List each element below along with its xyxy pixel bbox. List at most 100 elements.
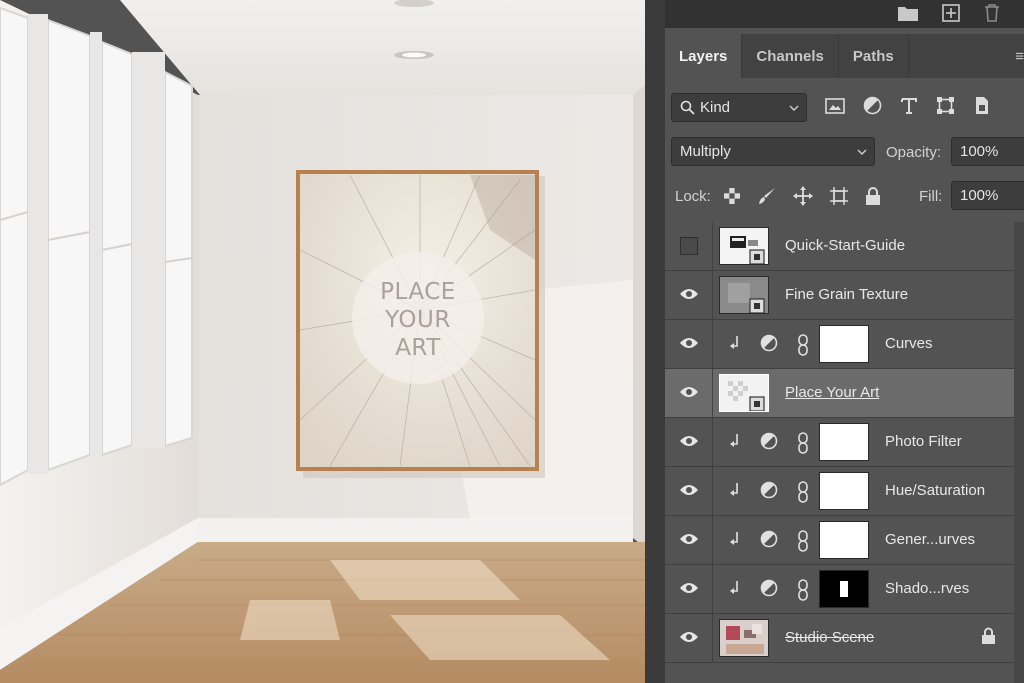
blend-mode-value: Multiply [680,143,731,160]
smart-object-filter-icon[interactable] [973,96,991,115]
mask-link-icon[interactable] [797,579,809,601]
layer-thumbnail [719,619,769,657]
clipping-arrow-icon [730,336,738,349]
opacity-value: 100% [960,143,999,160]
chevron-down-icon [789,105,799,111]
layer-row[interactable]: Gener...urves [665,516,1024,565]
folder-icon[interactable] [897,4,919,22]
layer-mask-thumbnail [819,423,869,461]
clipping-arrow-icon [730,532,738,545]
visibility-toggle[interactable] [665,320,713,368]
layer-row[interactable]: Studio Scene [665,614,1024,663]
eye-icon [680,338,698,348]
kind-filter-label: Kind [700,99,731,116]
layer-lock-icon [982,627,995,644]
layers-list: Quick-Start-Guide Fine Grain Texture Cur… [665,222,1024,663]
panel-tabs: Layers Channels Paths ≡ [665,34,1024,78]
tab-channels[interactable]: Channels [742,34,839,78]
filter-row: Kind [665,86,1024,130]
adjustment-filter-icon[interactable] [863,96,882,115]
type-filter-icon[interactable] [900,97,918,115]
lock-position-icon[interactable] [793,186,813,206]
mask-link-icon[interactable] [797,481,809,503]
adjustment-layer-icon [760,334,778,352]
kind-filter-select[interactable]: Kind [671,93,807,122]
eye-icon [680,534,698,544]
layer-row[interactable]: Hue/Saturation [665,467,1024,516]
layer-name: Curves [885,335,933,352]
lock-all-icon[interactable] [865,186,881,206]
layer-mask-thumbnail [819,521,869,559]
layers-scrollbar[interactable] [1014,222,1024,683]
layer-name: Hue/Saturation [885,482,986,499]
eye-icon [680,583,698,593]
tab-layers[interactable]: Layers [665,34,743,78]
tab-paths[interactable]: Paths [839,34,909,78]
mask-link-icon[interactable] [797,432,809,454]
visibility-toggle[interactable] [665,565,713,613]
layer-name: Fine Grain Texture [785,286,909,303]
layer-name: Quick-Start-Guide [785,237,906,254]
image-filter-icon[interactable] [825,97,845,115]
art-label-line: PLACE [380,279,456,305]
lock-row: Lock: Fill: 100% [665,174,1024,218]
adjustment-layer-icon [760,530,778,548]
layer-name: Place Your Art [785,384,880,401]
layer-name: Studio Scene [785,629,875,646]
adjustment-layer-icon [760,432,778,450]
layer-row[interactable]: Curves [665,320,1024,369]
blend-mode-select[interactable]: Multiply [671,137,875,166]
lock-paint-icon[interactable] [757,186,777,206]
shape-filter-icon[interactable] [936,96,955,115]
visibility-toggle[interactable] [665,222,713,270]
fill-label: Fill: [919,188,943,205]
blend-row: Multiply Opacity: 100% [665,130,1024,174]
visibility-toggle[interactable] [665,516,713,564]
visibility-toggle[interactable] [665,418,713,466]
fill-input[interactable]: 100% [951,181,1024,210]
layers-panel: Layers Channels Paths ≡ Kind Multiply Op… [645,0,1024,683]
lock-artboard-icon[interactable] [829,186,849,206]
visibility-toggle[interactable] [665,271,713,319]
search-icon [680,100,695,115]
art-label-line: ART [395,335,441,361]
mask-link-icon[interactable] [797,334,809,356]
visibility-toggle[interactable] [665,614,713,662]
panel-menu-icon[interactable]: ≡ [1015,48,1024,65]
lock-transparent-icon[interactable] [723,187,741,205]
new-layer-icon[interactable] [941,3,961,23]
chevron-down-icon [857,149,867,155]
layer-row-selected[interactable]: Place Your Art [665,369,1024,418]
layer-mask-thumbnail [819,325,869,363]
layer-row[interactable]: Quick-Start-Guide [665,222,1024,271]
mask-link-icon[interactable] [797,530,809,552]
layer-row[interactable]: Photo Filter [665,418,1024,467]
layer-row[interactable]: Shado...rves [665,565,1024,614]
layer-name: Shado...rves [885,580,970,597]
layer-name: Gener...urves [885,531,976,548]
layer-name: Photo Filter [885,433,962,450]
panel-top-bar [665,0,1024,28]
art-label-line: YOUR [385,307,451,333]
visibility-toggle[interactable] [665,369,713,417]
eye-icon [680,485,698,495]
opacity-input[interactable]: 100% [951,137,1024,166]
clipping-arrow-icon [730,434,738,447]
adjustment-layer-icon [760,579,778,597]
eye-icon [680,436,698,446]
trash-icon[interactable] [983,3,1001,23]
eye-icon [680,632,698,642]
layer-row[interactable]: Fine Grain Texture [665,271,1024,320]
layer-mask-thumbnail [819,570,869,608]
visibility-toggle[interactable] [665,467,713,515]
layer-mask-thumbnail [819,472,869,510]
layer-thumbnail [719,276,769,314]
eye-icon [680,289,698,299]
adjustment-layer-icon [760,481,778,499]
clipping-arrow-icon [730,483,738,496]
panel-divider [645,0,665,683]
document-canvas[interactable]: PLACE YOUR ART [0,0,645,683]
fill-value: 100% [960,187,999,204]
place-your-art-label: PLACE YOUR ART [352,278,484,362]
clipping-arrow-icon [730,581,738,594]
